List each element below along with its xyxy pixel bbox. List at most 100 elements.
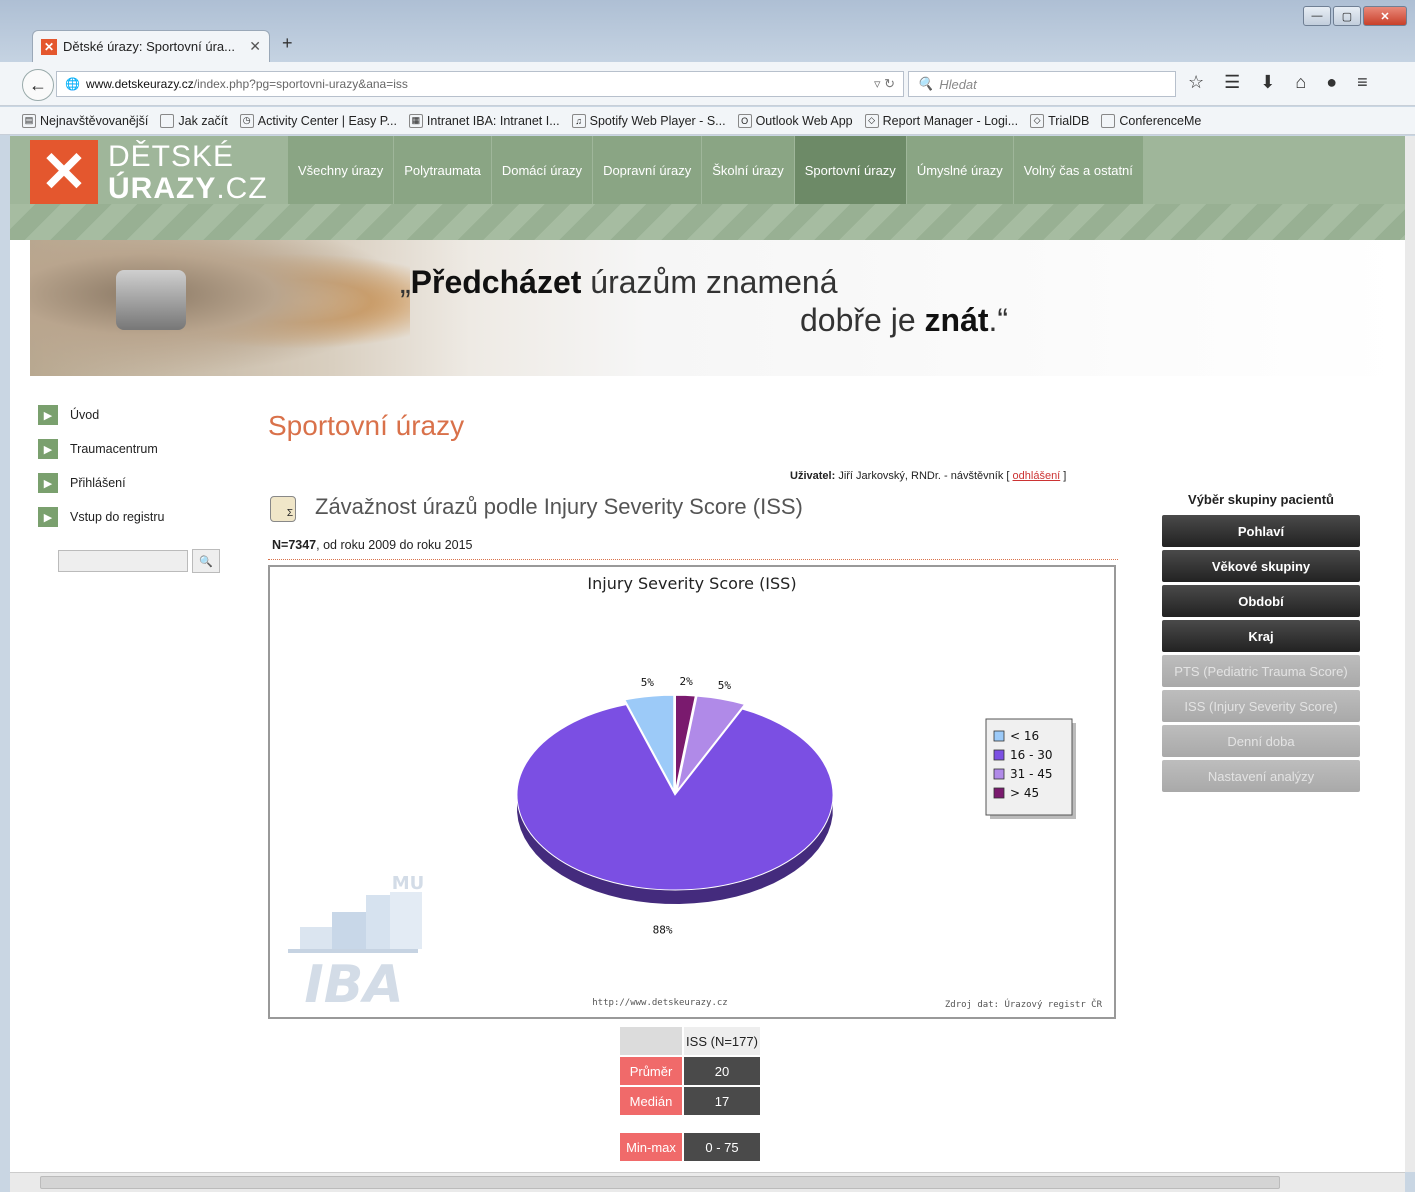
iba-logo-bar	[390, 892, 422, 949]
bookmark-item[interactable]: O Outlook Web App	[737, 113, 853, 128]
browser-search-input[interactable]: 🔍 Hledat	[908, 71, 1176, 97]
legend-label: < 16	[1010, 729, 1039, 743]
main-navigation: Všechny úrazy Polytraumata Domácí úrazy …	[288, 136, 1144, 204]
iba-logo-line	[288, 949, 418, 953]
bookmark-icon: ◷	[239, 113, 254, 128]
user-info: Uživatel: Jiří Jarkovský, RNDr. - návště…	[790, 470, 1067, 482]
scrollbar-thumb[interactable]	[40, 1176, 1280, 1189]
site-search-input[interactable]	[58, 550, 188, 572]
bookmark-item[interactable]: ◷ Activity Center | Easy P...	[239, 113, 397, 128]
bookmark-item[interactable]: ◇ TrialDB	[1030, 113, 1089, 128]
group-button-nastaveni[interactable]: Nastavení analýzy	[1162, 760, 1360, 792]
chart-url: http://www.detskeurazy.cz	[592, 998, 727, 1008]
url-path: /index.php?pg=sportovni-urazy&ana=iss	[193, 77, 408, 91]
bookmark-item[interactable]: ♫ Spotify Web Player - S...	[571, 113, 726, 128]
download-icon[interactable]: ⬇	[1260, 72, 1275, 93]
page-title: Sportovní úrazy	[268, 410, 465, 441]
arrow-right-icon: ▶	[38, 439, 58, 459]
stats-table: ISS (N=177) Průměr 20 Medián 17 Min-max 0 -…	[618, 1025, 762, 1163]
vertical-scrollbar[interactable]	[1405, 136, 1415, 1172]
panel-title: Výběr skupiny pacientů	[1188, 492, 1334, 507]
site-favicon-icon: ✕	[41, 38, 57, 55]
nav-item-vsechny[interactable]: Všechny úrazy	[288, 136, 395, 204]
legend-swatch	[993, 749, 1005, 761]
side-menu-item-vstup[interactable]: ▶ Vstup do registru	[38, 500, 165, 534]
pie-slices	[516, 694, 834, 904]
logout-link[interactable]: odhlášení	[1013, 470, 1061, 482]
bookmark-item[interactable]: ▤ Nejnavštěvovanější	[22, 113, 148, 128]
group-button-pts[interactable]: PTS (Pediatric Trauma Score)	[1162, 655, 1360, 687]
bookmark-star-icon[interactable]: ☆	[1188, 72, 1204, 93]
divider	[268, 559, 1118, 560]
browser-tab[interactable]: ✕ Dětské úrazy: Sportovní úra... ✕	[32, 30, 270, 62]
pie-label: 88%	[653, 924, 673, 937]
bookmark-item[interactable]: ▦ Intranet IBA: Intranet I...	[408, 113, 560, 128]
pie-chart: Injury Severity Score (ISS) IBA MU 2% 5% 8…	[268, 565, 1116, 1019]
group-button-kraj[interactable]: Kraj	[1162, 620, 1360, 652]
magnifier-icon[interactable]: 🔍	[192, 549, 220, 573]
arrow-right-icon: ▶	[38, 507, 58, 527]
toolbar-icons: ☆ ☰ ⬇ ⌂ ● ≡	[1188, 72, 1368, 93]
legend-swatch	[993, 730, 1005, 742]
logo-cross-icon[interactable]: ✕	[30, 140, 98, 204]
side-menu-item-uvod[interactable]: ▶ Úvod	[38, 398, 165, 432]
stats-label: Medián	[620, 1087, 682, 1115]
back-arrow-icon[interactable]: ←	[22, 69, 54, 101]
legend-label: > 45	[1010, 786, 1039, 800]
group-button-vekove[interactable]: Věkové skupiny	[1162, 550, 1360, 582]
nav-item-skolni[interactable]: Školní úrazy	[702, 136, 795, 204]
bookmark-item[interactable]: ConferenceMe	[1101, 113, 1201, 128]
reading-list-icon[interactable]: ☰	[1224, 72, 1240, 93]
nav-item-sportovni[interactable]: Sportovní úrazy	[794, 136, 907, 204]
chart-legend: < 16 16 - 30 31 - 45 > 45	[985, 718, 1076, 819]
search-icon: 🔍	[917, 76, 934, 91]
pie-label: 2%	[679, 675, 693, 688]
new-tab-icon[interactable]: +	[282, 33, 293, 54]
logo-text[interactable]: DĚTSKÉ	[108, 140, 234, 174]
stats-label: Průměr	[620, 1057, 682, 1085]
nav-item-volny-cas[interactable]: Volný čas a ostatní	[1013, 136, 1144, 204]
close-tab-icon[interactable]: ✕	[249, 38, 261, 55]
side-menu-item-prihlaseni[interactable]: ▶ Přihlášení	[38, 466, 165, 500]
reload-icon[interactable]: ▿ ↻	[874, 76, 895, 92]
iba-logo: IBA MU	[288, 873, 424, 1015]
nav-item-domaci[interactable]: Domácí úrazy	[491, 136, 594, 204]
group-button-pohlavi[interactable]: Pohlaví	[1162, 515, 1360, 547]
horizontal-scrollbar[interactable]: |||	[10, 1172, 1405, 1192]
chart-title: Injury Severity Score (ISS)	[587, 574, 796, 593]
table-row: Min-max 0 - 75	[620, 1133, 760, 1161]
pie-label: 5%	[718, 679, 732, 692]
side-menu: ▶ Úvod ▶ Traumacentrum ▶ Přihlášení ▶ Vstup …	[38, 398, 165, 534]
search-placeholder: Hledat	[939, 76, 977, 92]
url-domain: www.detskeurazy.cz	[85, 77, 194, 91]
pie-slice	[516, 704, 834, 891]
nav-item-umyslne[interactable]: Úmyslné úrazy	[906, 136, 1014, 204]
group-button-denni-doba[interactable]: Denní doba	[1162, 725, 1360, 757]
arrow-right-icon: ▶	[38, 473, 58, 493]
nav-item-polytraumata[interactable]: Polytraumata	[394, 136, 492, 204]
table-row: Průměr 20	[620, 1057, 760, 1085]
home-icon[interactable]: ⌂	[1295, 72, 1306, 93]
mu-text: MU	[392, 873, 425, 894]
url-bar[interactable]: 🌐 www.detskeurazy.cz/index.php?pg=sporto…	[56, 71, 904, 97]
maximize-icon[interactable]: ▢	[1333, 6, 1361, 26]
pie-chart-svg: Injury Severity Score (ISS) IBA MU 2% 5% 8…	[288, 574, 1103, 1015]
bookmark-item[interactable]: Jak začít	[160, 113, 228, 128]
site-header: ✕ DĚTSKÉ ÚRAZY.CZ Všechny úrazy Polytrau…	[10, 136, 1405, 240]
window-close-icon[interactable]: ✕	[1363, 6, 1407, 26]
menu-icon[interactable]: ≡	[1357, 72, 1368, 93]
web-page: ✕ DĚTSKÉ ÚRAZY.CZ Všechny úrazy Polytrau…	[10, 136, 1405, 1172]
group-button-obdobi[interactable]: Období	[1162, 585, 1360, 617]
minimize-icon[interactable]: —	[1303, 6, 1331, 26]
pie-label: 5%	[641, 676, 655, 689]
globe-icon: 🌐	[65, 77, 80, 91]
bookmark-icon: ◇	[864, 113, 879, 128]
chat-icon[interactable]: ●	[1326, 72, 1337, 93]
bookmark-icon: ▦	[408, 113, 423, 128]
window-controls: — ▢ ✕	[1303, 6, 1407, 26]
side-menu-item-traumacentrum[interactable]: ▶ Traumacentrum	[38, 432, 165, 466]
group-button-iss[interactable]: ISS (Injury Severity Score)	[1162, 690, 1360, 722]
bookmark-item[interactable]: ◇ Report Manager - Logi...	[864, 113, 1018, 128]
logo-text[interactable]: ÚRAZY.CZ	[108, 172, 268, 206]
nav-item-dopravni[interactable]: Dopravní úrazy	[593, 136, 703, 204]
